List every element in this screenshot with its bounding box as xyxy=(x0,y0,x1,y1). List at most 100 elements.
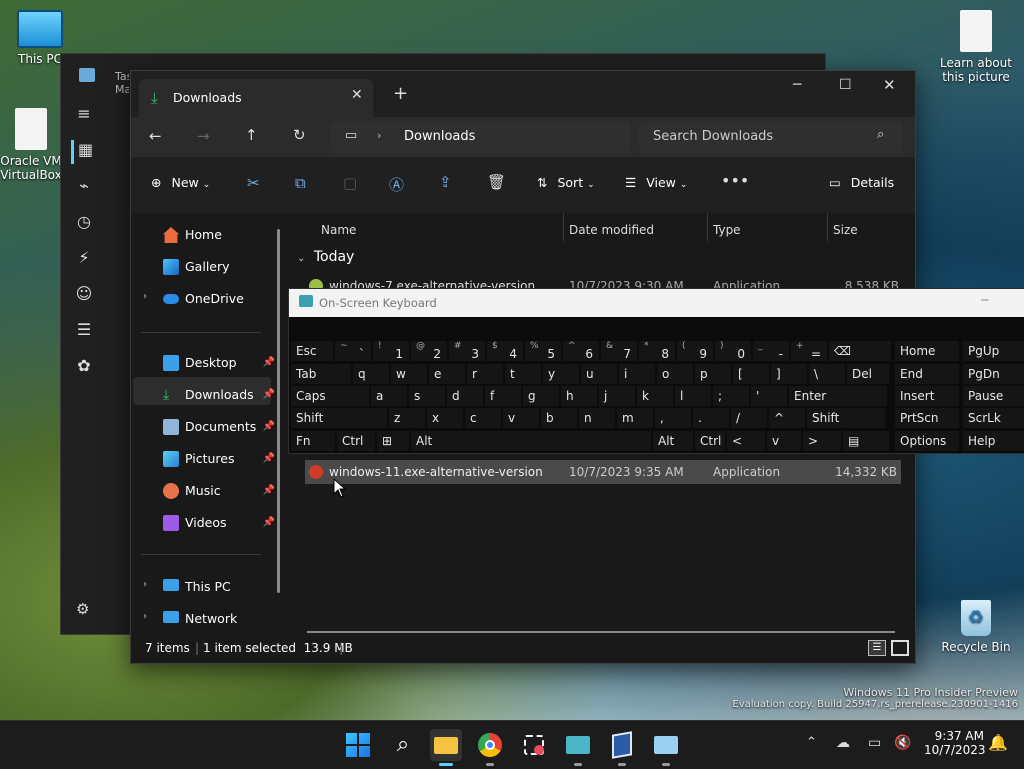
osk-key[interactable]: _ - xyxy=(753,341,789,361)
more-options-icon[interactable]: ••• xyxy=(721,171,749,190)
refresh-icon[interactable]: ↻ xyxy=(293,126,306,144)
sidebar-item-music[interactable]: Music 📌 xyxy=(163,477,287,505)
osk-key[interactable]: ▤ xyxy=(843,431,889,451)
clock[interactable]: 9:37 AM 10/7/2023 xyxy=(924,729,986,757)
osk-key[interactable]: j xyxy=(599,386,635,406)
osk-key[interactable]: Home xyxy=(895,341,959,361)
tab-downloads[interactable]: ⤓ Downloads ✕ xyxy=(139,79,373,117)
table-row-selected[interactable]: windows-11.exe-alternative-version 10/7/… xyxy=(305,460,901,484)
osk-key[interactable]: ! 1 xyxy=(373,341,409,361)
tiles-view-icon[interactable] xyxy=(891,640,909,656)
minimize-button[interactable]: ─ xyxy=(981,293,988,307)
osk-key[interactable]: Ctrl xyxy=(337,431,375,451)
osk-key[interactable]: k xyxy=(637,386,673,406)
close-tab-icon[interactable]: ✕ xyxy=(351,87,363,103)
osk-key[interactable]: * 8 xyxy=(639,341,675,361)
delete-icon[interactable]: 🗑 xyxy=(487,173,506,191)
details-pane-button[interactable]: ▭ Details xyxy=(829,175,894,190)
osk-key[interactable]: ⊞ xyxy=(377,431,409,451)
close-window-button[interactable]: ✕ xyxy=(883,76,896,94)
osk-key[interactable]: Caps xyxy=(291,386,369,406)
start-button[interactable] xyxy=(342,729,374,761)
osk-key[interactable]: Options xyxy=(895,431,959,451)
osk-key[interactable]: u xyxy=(581,364,617,384)
osk-key[interactable]: ' xyxy=(751,386,787,406)
osk-key[interactable]: Pause xyxy=(963,386,1024,406)
app-history-icon[interactable]: ◷ xyxy=(72,212,96,236)
osk-key[interactable]: Tab xyxy=(291,364,351,384)
osk-key[interactable]: ScrLk xyxy=(963,408,1024,428)
column-divider[interactable] xyxy=(563,213,564,241)
osk-key[interactable]: ] xyxy=(771,364,807,384)
column-header-date[interactable]: Date modified xyxy=(569,223,654,237)
sidebar-item-downloads[interactable]: ⤓ Downloads 📌 xyxy=(163,381,287,409)
osk-key[interactable]: w xyxy=(391,364,427,384)
rename-icon[interactable]: Ⓐ xyxy=(389,174,404,195)
new-button[interactable]: ⊕ New ⌄ xyxy=(151,175,210,190)
osk-key[interactable]: s xyxy=(409,386,445,406)
search-input[interactable]: Search Downloads xyxy=(653,129,773,144)
osk-key[interactable]: Insert xyxy=(895,386,959,406)
osk-key[interactable]: v xyxy=(767,431,801,451)
osk-key[interactable]: $4 xyxy=(487,341,523,361)
paste-icon[interactable]: ▢ xyxy=(343,174,357,192)
column-divider[interactable] xyxy=(707,213,708,241)
navigation-pane[interactable]: Home Gallery › OneDrive Desktop 📌 ⤓ Down… xyxy=(131,213,289,633)
osk-key[interactable]: ; xyxy=(713,386,749,406)
osk-key[interactable]: Del xyxy=(847,364,889,384)
osk-key[interactable]: g xyxy=(523,386,559,406)
maximize-button[interactable]: ☐ xyxy=(839,77,852,93)
processes-icon[interactable]: ▦ xyxy=(70,140,98,164)
osk-key[interactable]: o xyxy=(657,364,693,384)
pin-icon[interactable]: 📌 xyxy=(263,509,275,537)
sidebar-item-videos[interactable]: Videos 📌 xyxy=(163,509,287,537)
pin-icon[interactable]: 📌 xyxy=(263,413,275,441)
osk-key[interactable]: ^ xyxy=(769,408,805,428)
osk-key[interactable]: . xyxy=(693,408,729,428)
cut-icon[interactable]: ✂ xyxy=(247,174,260,192)
pin-icon[interactable]: 📌 xyxy=(263,381,275,409)
osk-key[interactable]: End xyxy=(895,364,959,384)
osk-key[interactable]: % 5 xyxy=(525,341,561,361)
performance-icon[interactable]: ⌁ xyxy=(72,176,96,200)
osk-key[interactable]: m xyxy=(617,408,653,428)
osk-key[interactable]: < xyxy=(727,431,765,451)
osk-key[interactable]: Help xyxy=(963,431,1024,451)
osk-key[interactable]: PrtScn xyxy=(895,408,959,428)
nav-scrollbar[interactable] xyxy=(277,229,280,593)
osk-key[interactable]: (9 xyxy=(677,341,713,361)
desktop-icon-oracle[interactable]: Oracle VM VirtualBox xyxy=(0,108,62,182)
desktop-icon-learn[interactable]: Learn about this picture xyxy=(938,10,1014,84)
taskbar-virtualbox[interactable] xyxy=(606,729,638,766)
osk-key[interactable]: ~ ` xyxy=(335,341,371,361)
osk-key[interactable]: e xyxy=(429,364,465,384)
taskbar-snipping-tool[interactable] xyxy=(518,729,550,761)
osk-key[interactable]: l xyxy=(675,386,711,406)
back-arrow-icon[interactable]: ← xyxy=(149,127,162,145)
osk-key[interactable]: a xyxy=(371,386,407,406)
osk-key[interactable]: q xyxy=(353,364,389,384)
expand-chevron-icon[interactable]: › xyxy=(143,579,147,590)
speaker-muted-icon[interactable]: 🔇 xyxy=(894,735,911,751)
services-icon[interactable]: ✿ xyxy=(72,356,96,380)
osk-titlebar[interactable]: On-Screen Keyboard ─ xyxy=(289,289,1024,317)
osk-key[interactable]: PgUp xyxy=(963,341,1024,361)
osk-key[interactable]: r xyxy=(467,364,503,384)
taskbar[interactable]: ⌕ ⌃ ☁ ▭ 🔇 9:37 AM 10/7/2023 🔔 xyxy=(0,720,1024,769)
desktop-icon-recycle-bin[interactable]: ♻ Recycle Bin xyxy=(940,600,1012,654)
osk-key[interactable]: ) 0 xyxy=(715,341,751,361)
osk-key[interactable]: t xyxy=(505,364,541,384)
osk-key[interactable]: Shift xyxy=(291,408,387,428)
hamburger-menu-icon[interactable]: ≡ xyxy=(72,104,96,128)
osk-key[interactable]: Alt xyxy=(411,431,651,451)
forward-arrow-icon[interactable]: → xyxy=(197,127,210,145)
group-header-today[interactable]: ⌄ Today xyxy=(297,249,354,265)
osk-key[interactable]: h xyxy=(561,386,597,406)
sidebar-item-pictures[interactable]: Pictures 📌 xyxy=(163,445,287,473)
startup-apps-icon[interactable]: ⚡ xyxy=(72,248,96,272)
osk-key[interactable]: ^ 6 xyxy=(563,341,599,361)
new-tab-button[interactable]: + xyxy=(393,83,408,104)
osk-key[interactable]: @2 xyxy=(411,341,447,361)
osk-key[interactable]: n xyxy=(579,408,615,428)
column-header-size[interactable]: Size xyxy=(833,223,858,237)
